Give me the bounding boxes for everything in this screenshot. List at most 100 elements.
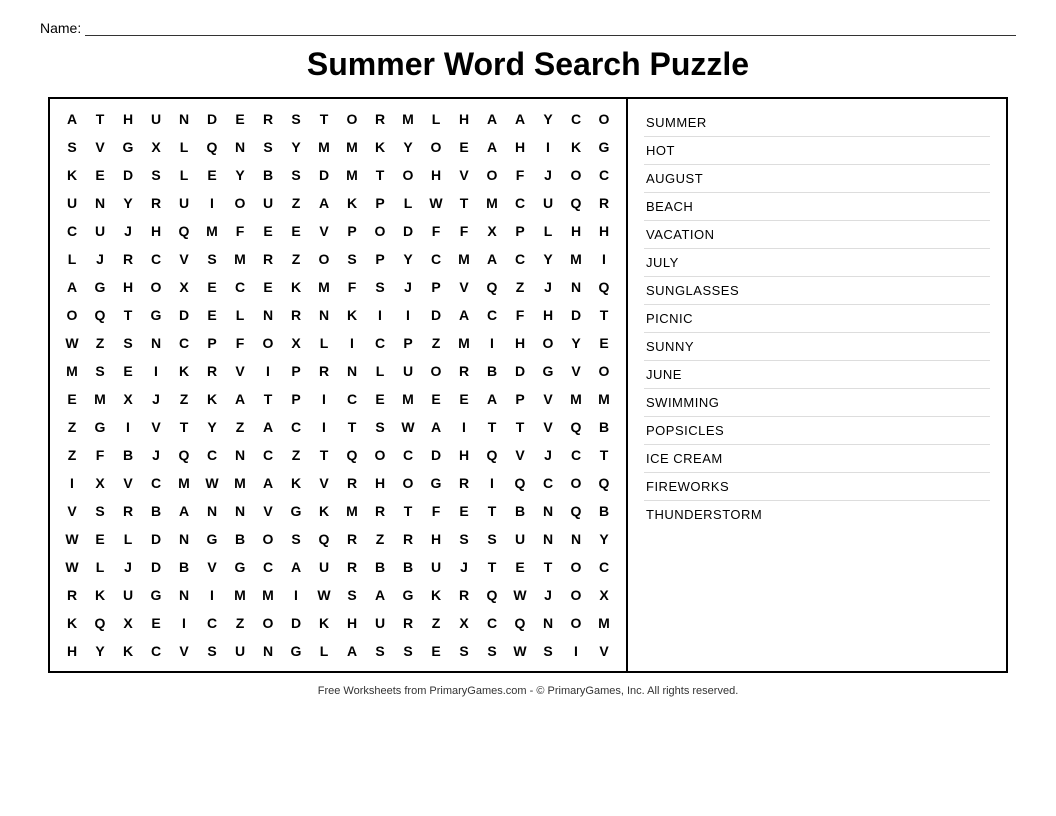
grid-cell: L [310,329,338,357]
grid-cell: G [282,637,310,665]
grid-cell: V [142,413,170,441]
grid-cell: Q [562,413,590,441]
word-list-item: AUGUST [644,165,990,193]
grid-cell: J [394,273,422,301]
grid-cell: N [562,273,590,301]
grid-cell: E [590,329,618,357]
grid-cell: S [86,497,114,525]
grid-cell: O [422,133,450,161]
grid-cell: O [422,357,450,385]
grid-cell: C [506,245,534,273]
grid-cell: U [58,189,86,217]
grid-cell: N [170,525,198,553]
grid-cell: O [562,581,590,609]
grid-cell: H [366,469,394,497]
grid-cell: P [282,357,310,385]
puzzle-container: ATHUNDERSTORMLHAAYCOSVGXLQNSYMMKYOEAHIKG… [48,97,1008,673]
grid-cell: C [198,441,226,469]
grid-cell: F [506,161,534,189]
grid-cell: M [170,469,198,497]
grid-cell: H [142,217,170,245]
grid-cell: W [394,413,422,441]
grid-cell: I [282,581,310,609]
grid-cell: V [590,637,618,665]
grid-cell: F [422,217,450,245]
grid-cell: M [226,245,254,273]
grid-cell: A [310,189,338,217]
grid-cell: H [422,525,450,553]
grid-cell: G [198,525,226,553]
grid-cell: R [142,189,170,217]
grid-cell: X [142,133,170,161]
grid-cell: Y [534,105,562,133]
grid-cell: M [338,497,366,525]
grid-cell: Z [170,385,198,413]
grid-cell: C [58,217,86,245]
grid-cell: H [58,637,86,665]
grid-cell: G [86,413,114,441]
grid-cell: V [114,469,142,497]
grid-cell: D [142,553,170,581]
grid-cell: S [58,133,86,161]
grid-cell: F [226,217,254,245]
grid-cell: J [450,553,478,581]
grid-cell: D [422,441,450,469]
grid-cell: G [114,133,142,161]
grid-cell: K [310,497,338,525]
grid-cell: Z [366,525,394,553]
grid-cell: I [142,357,170,385]
grid-cell: B [590,413,618,441]
grid-cell: B [170,553,198,581]
grid-cell: E [506,553,534,581]
grid-cell: A [366,581,394,609]
grid-cell: S [282,161,310,189]
grid-cell: S [478,525,506,553]
grid-cell: V [198,553,226,581]
grid-cell: M [310,273,338,301]
grid-cell: R [114,497,142,525]
grid-cell: A [478,133,506,161]
grid-cell: S [198,245,226,273]
grid-cell: Q [478,581,506,609]
grid-cell: L [310,637,338,665]
grid-cell: E [254,273,282,301]
grid-cell: Y [114,189,142,217]
grid-cell: L [394,189,422,217]
grid-cell: K [170,357,198,385]
grid-cell: O [590,105,618,133]
grid-cell: K [114,637,142,665]
grid-cell: I [478,329,506,357]
grid-cell: J [86,245,114,273]
grid-cell: T [114,301,142,329]
grid-cell: T [86,105,114,133]
word-list-item: BEACH [644,193,990,221]
grid-cell: F [226,329,254,357]
grid-cell: E [366,385,394,413]
grid-cell: M [590,385,618,413]
grid-cell: F [450,217,478,245]
grid-cell: E [254,217,282,245]
grid-cell: J [534,581,562,609]
word-list-item: FIREWORKS [644,473,990,501]
grid-cell: U [114,581,142,609]
grid-cell: M [338,133,366,161]
grid-cell: V [450,273,478,301]
grid-cell: U [534,189,562,217]
grid-cell: C [282,413,310,441]
grid-cell: Z [226,609,254,637]
grid-cell: P [506,217,534,245]
grid-cell: G [226,553,254,581]
grid-cell: W [58,525,86,553]
grid-cell: O [394,469,422,497]
grid-cell: O [534,329,562,357]
grid-cell: W [506,637,534,665]
grid-cell: E [198,161,226,189]
grid-cell: R [450,581,478,609]
grid-cell: M [198,217,226,245]
grid-cell: X [170,273,198,301]
word-list-item: SWIMMING [644,389,990,417]
grid-cell: U [86,217,114,245]
grid-cell: Z [282,189,310,217]
grid-cell: K [198,385,226,413]
grid-cell: N [170,105,198,133]
